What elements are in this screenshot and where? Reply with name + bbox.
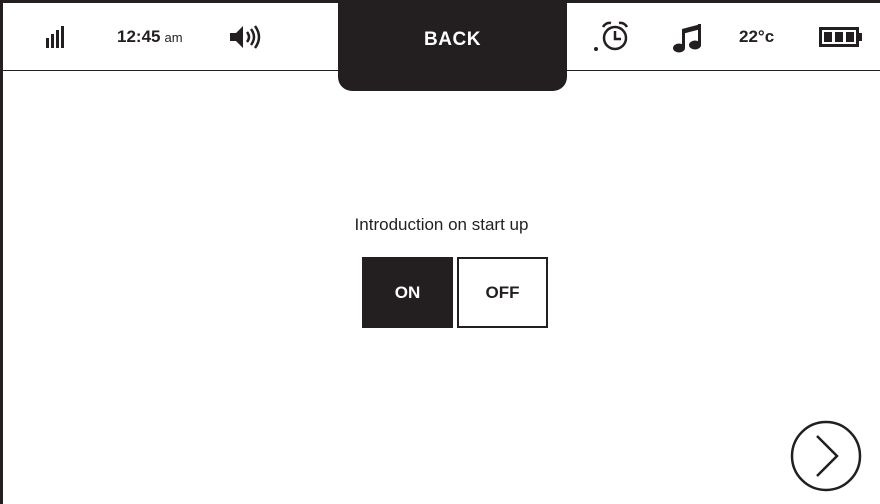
toggle-on-button[interactable]: ON [362, 257, 453, 328]
chevron-right-circle-icon[interactable] [790, 420, 862, 492]
signal-strength-icon [45, 3, 67, 71]
volume-icon[interactable] [228, 3, 266, 71]
intro-toggle: ON OFF [362, 257, 548, 328]
alarm-clock-icon[interactable] [593, 3, 631, 71]
toggle-off-button[interactable]: OFF [457, 257, 548, 328]
app-screen: 12:45 am 22°c BACK Introduction on start… [0, 0, 880, 504]
temperature-readout: 22°c [739, 27, 775, 46]
music-note-icon[interactable] [671, 3, 705, 71]
setting-label: Introduction on start up [354, 215, 529, 234]
clock-time-suffix: am [164, 29, 183, 45]
clock-time-value: 12:45 [117, 27, 161, 46]
back-button[interactable]: BACK [338, 0, 567, 91]
back-button-label: BACK [424, 29, 481, 50]
battery-icon [819, 3, 863, 71]
clock-time: 12:45 am [117, 3, 183, 71]
